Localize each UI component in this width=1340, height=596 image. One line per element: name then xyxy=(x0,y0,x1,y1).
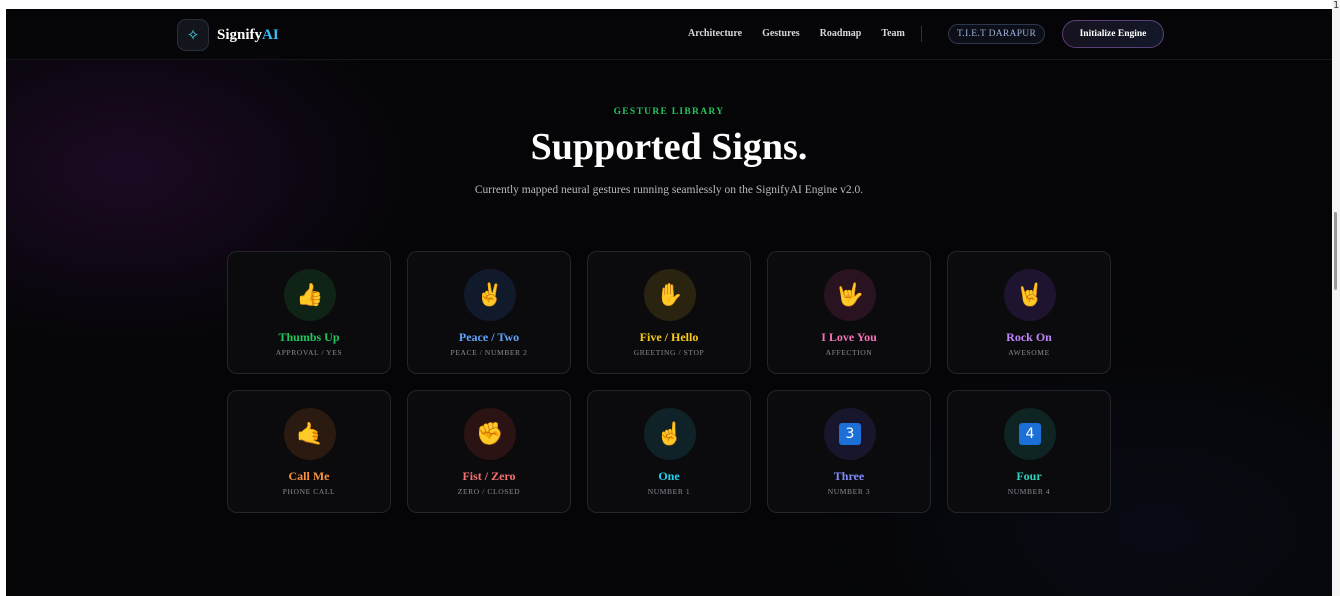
number-three-icon: 3 xyxy=(824,408,876,460)
top-navbar: ✧ SignifyAI Architecture Gestures Roadma… xyxy=(6,9,1332,60)
gesture-meaning: PHONE CALL xyxy=(282,487,336,496)
gesture-card[interactable]: ☝️ One NUMBER 1 xyxy=(587,390,751,513)
gesture-title: Fist / Zero xyxy=(462,469,516,483)
gesture-card[interactable]: ✋ Five / Hello GREETING / STOP xyxy=(587,251,751,374)
love-you-icon: 🤟 xyxy=(824,269,876,321)
gesture-card[interactable]: ✊ Fist / Zero ZERO / CLOSED xyxy=(407,390,571,513)
fist-icon: ✊ xyxy=(464,408,516,460)
initialize-engine-button[interactable]: Initialize Engine xyxy=(1062,20,1164,48)
peace-icon: ✌️ xyxy=(464,269,516,321)
institution-badge: T.I.E.T DARAPUR xyxy=(948,24,1046,44)
gesture-meaning: NUMBER 4 xyxy=(1007,487,1051,496)
gesture-card[interactable]: 👍 Thumbs Up APPROVAL / YES xyxy=(227,251,391,374)
gesture-title: Four xyxy=(1016,469,1042,483)
nav-link-architecture[interactable]: Architecture xyxy=(688,28,742,39)
open-hand-icon: ✋ xyxy=(644,269,696,321)
nav-link-roadmap[interactable]: Roadmap xyxy=(820,28,862,39)
point-up-icon: ☝️ xyxy=(644,408,696,460)
gesture-card[interactable]: ✌️ Peace / Two PEACE / NUMBER 2 xyxy=(407,251,571,374)
section-eyebrow: GESTURE LIBRARY xyxy=(613,107,725,117)
gesture-meaning: AFFECTION xyxy=(825,348,873,357)
gesture-meaning: ZERO / CLOSED xyxy=(457,487,521,496)
brand-logo[interactable]: ✧ SignifyAI xyxy=(177,19,279,51)
gesture-meaning: NUMBER 1 xyxy=(647,487,691,496)
gesture-title: Three xyxy=(833,469,865,483)
brand-name: SignifyAI xyxy=(217,26,279,43)
gesture-title: Call Me xyxy=(288,469,330,483)
gesture-card[interactable]: 3 Three NUMBER 3 xyxy=(767,390,931,513)
gesture-card[interactable]: 🤟 I Love You AFFECTION xyxy=(767,251,931,374)
scroll-marker: 1 xyxy=(1333,0,1340,11)
gesture-title: Five / Hello xyxy=(639,330,699,344)
nav-link-gestures[interactable]: Gestures xyxy=(762,28,800,39)
page-title: Supported Signs. xyxy=(530,126,808,168)
nav-divider xyxy=(921,26,922,42)
gesture-meaning: NUMBER 3 xyxy=(827,487,871,496)
gesture-title: Rock On xyxy=(1006,330,1052,344)
gesture-card[interactable]: 🤙 Call Me PHONE CALL xyxy=(227,390,391,513)
gesture-title: I Love You xyxy=(821,330,877,344)
page-subtitle: Currently mapped neural gestures running… xyxy=(474,184,864,196)
gesture-meaning: AWESOME xyxy=(1008,348,1050,357)
gesture-title: Peace / Two xyxy=(458,330,520,344)
gesture-title: Thumbs Up xyxy=(278,330,340,344)
rock-on-icon: 🤘 xyxy=(1004,269,1056,321)
number-four-icon: 4 xyxy=(1004,408,1056,460)
nav-link-team[interactable]: Team xyxy=(881,28,905,39)
gesture-card[interactable]: 🤘 Rock On AWESOME xyxy=(947,251,1111,374)
number-keycap: 4 xyxy=(1019,423,1041,445)
number-keycap: 3 xyxy=(839,423,861,445)
gesture-grid: 👍 Thumbs Up APPROVAL / YES ✌️ Peace / Two PEA… xyxy=(227,251,1112,513)
gesture-title: One xyxy=(658,469,680,483)
page-viewport: ✧ SignifyAI Architecture Gestures Roadma… xyxy=(6,9,1332,596)
scrollbar-thumb[interactable] xyxy=(1334,212,1337,290)
call-me-icon: 🤙 xyxy=(284,408,336,460)
gesture-meaning: APPROVAL / YES xyxy=(275,348,343,357)
thumbs-up-icon: 👍 xyxy=(284,269,336,321)
gesture-meaning: GREETING / STOP xyxy=(633,348,705,357)
browser-scrollbar[interactable]: 1 xyxy=(1332,0,1340,596)
nav-links: Architecture Gestures Roadmap Team xyxy=(688,28,905,39)
gesture-card[interactable]: 4 Four NUMBER 4 xyxy=(947,390,1111,513)
sparkles-icon: ✧ xyxy=(177,19,209,51)
gesture-meaning: PEACE / NUMBER 2 xyxy=(450,348,528,357)
